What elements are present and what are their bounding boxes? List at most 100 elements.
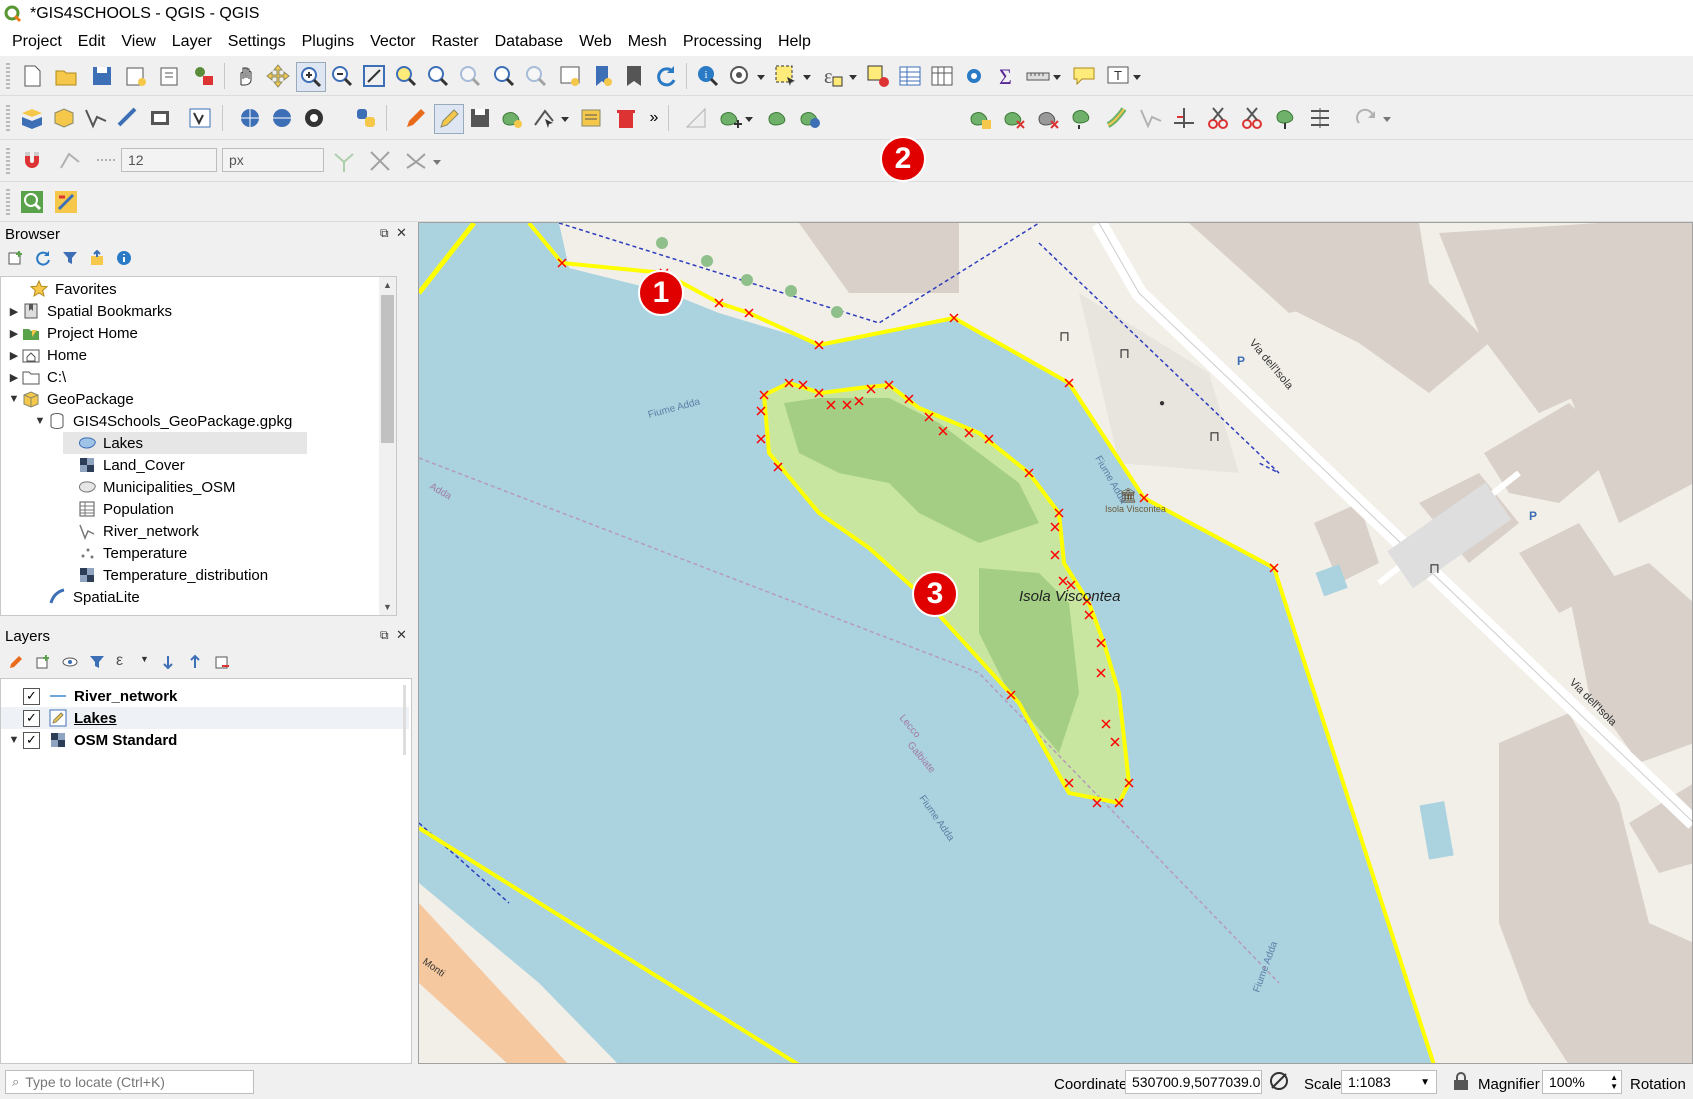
data-source-manager-icon[interactable] <box>18 104 46 132</box>
trim-extend-icon[interactable] <box>1170 104 1198 132</box>
menu-layer[interactable]: Layer <box>164 33 220 51</box>
add-wfs-icon[interactable] <box>268 104 296 132</box>
toolbox-icon[interactable] <box>960 62 988 90</box>
more-tools-icon[interactable]: » <box>644 104 664 132</box>
layer-item-osm-standard[interactable]: ▼ ✓ OSM Standard <box>7 729 177 751</box>
menu-web[interactable]: Web <box>571 33 620 51</box>
zoom-out-icon[interactable] <box>328 62 356 90</box>
remove-layer-icon[interactable] <box>214 654 230 670</box>
layers-close-icon[interactable]: ✕ <box>396 627 407 643</box>
zoom-in-icon[interactable] <box>296 62 326 92</box>
menu-edit[interactable]: Edit <box>70 33 114 51</box>
browser-item-home[interactable]: ▶ Home <box>7 344 87 366</box>
map-tips-icon[interactable] <box>1070 62 1098 90</box>
select-features-icon[interactable] <box>772 62 800 90</box>
locator-plugin-icon[interactable] <box>18 188 46 216</box>
zoom-next-icon[interactable] <box>522 62 550 90</box>
delete-selected-icon[interactable] <box>612 104 640 132</box>
measure-dropdown-icon[interactable] <box>1050 62 1064 90</box>
annotation-dropdown-icon[interactable] <box>1130 62 1144 90</box>
snap-intersection-icon[interactable] <box>366 147 394 175</box>
select-expression-dropdown-icon[interactable] <box>846 62 860 90</box>
snapping-dropdown-icon[interactable] <box>430 147 444 175</box>
expand-arrow-icon[interactable]: ▶ <box>7 327 21 340</box>
new-geopackage-icon[interactable] <box>50 104 78 132</box>
layer-item-lakes[interactable]: ✓ Lakes <box>1 707 409 729</box>
layer-visibility-checkbox[interactable]: ✓ <box>23 731 40 749</box>
delete-ring-icon[interactable] <box>1000 104 1028 132</box>
reverse-line-icon[interactable] <box>1136 104 1164 132</box>
menu-project[interactable]: Project <box>4 33 70 51</box>
select-by-expression-icon[interactable]: ε <box>818 62 846 90</box>
new-bookmark-icon[interactable] <box>588 62 616 90</box>
save-edits-icon[interactable] <box>466 104 494 132</box>
snapping-unit-select[interactable]: px <box>222 148 324 172</box>
filter-expression-icon[interactable]: ε <box>116 652 123 670</box>
digitize-icon[interactable] <box>498 104 526 132</box>
toggle-editing-icon[interactable] <box>434 104 464 134</box>
coordinate-input[interactable]: 530700.9,5077039.0 <box>1125 1070 1262 1094</box>
style-layer-icon[interactable] <box>8 654 24 670</box>
collapse-arrow-icon[interactable]: ▼ <box>7 393 21 405</box>
browser-item-favorites[interactable]: Favorites <box>15 278 117 300</box>
pan-map-icon[interactable] <box>232 62 260 90</box>
statistics-icon[interactable]: Σ <box>992 62 1020 90</box>
style-manager-icon[interactable] <box>190 62 218 90</box>
browser-item-geopackage[interactable]: ▼ GeoPackage <box>7 388 134 410</box>
redo-icon[interactable] <box>1352 104 1380 132</box>
menu-database[interactable]: Database <box>487 33 572 51</box>
collapse-arrow-icon[interactable]: ▼ <box>33 415 47 427</box>
browser-item-lakes[interactable]: Lakes <box>63 432 307 454</box>
shape-dropdown-icon[interactable] <box>742 104 756 132</box>
open-project-icon[interactable] <box>52 62 80 90</box>
plugin-tool-icon[interactable] <box>52 188 80 216</box>
digitize-shape-icon[interactable] <box>682 104 710 132</box>
layers-float-icon[interactable]: ⧉ <box>380 628 389 643</box>
filter-expression-dropdown-icon[interactable]: ▼ <box>140 654 149 664</box>
split-parts-icon[interactable] <box>1238 104 1266 132</box>
zoom-full-icon[interactable] <box>360 62 388 90</box>
browser-item-c-drive[interactable]: ▶ C:\ <box>7 366 66 388</box>
browser-item-river-network[interactable]: River_network <box>63 520 199 542</box>
show-bookmarks-icon[interactable] <box>620 62 648 90</box>
layout-manager-icon[interactable] <box>156 62 184 90</box>
offset-curve-icon[interactable] <box>1102 104 1130 132</box>
refresh-browser-icon[interactable] <box>35 250 51 266</box>
snapping-tolerance-input[interactable]: 12 <box>121 148 217 172</box>
collapse-all-layers-icon[interactable] <box>187 654 203 670</box>
menu-plugins[interactable]: Plugins <box>294 33 362 51</box>
add-arcgis-icon[interactable] <box>300 104 328 132</box>
browser-scrollbar[interactable]: ▲ ▼ <box>379 277 396 615</box>
reshape-features-icon[interactable] <box>1068 104 1096 132</box>
measure-icon[interactable] <box>1024 62 1052 90</box>
topological-editing-icon[interactable] <box>330 147 358 175</box>
browser-scroll-thumb[interactable] <box>381 295 394 443</box>
self-snapping-icon[interactable] <box>402 147 430 175</box>
feature-action-icon[interactable] <box>726 62 754 90</box>
filter-browser-icon[interactable] <box>62 250 78 266</box>
snap-segment-icon[interactable] <box>92 147 120 175</box>
split-features-icon[interactable] <box>1204 104 1232 132</box>
new-map-view-icon[interactable] <box>556 62 584 90</box>
browser-item-temperature-distribution[interactable]: Temperature_distribution <box>63 564 268 586</box>
zoom-native-icon[interactable] <box>456 62 484 90</box>
menu-settings[interactable]: Settings <box>220 33 294 51</box>
add-delimited-text-icon[interactable] <box>114 104 142 132</box>
browser-item-land-cover[interactable]: Land_Cover <box>63 454 185 476</box>
field-calculator-icon[interactable] <box>928 62 956 90</box>
merge-features-icon[interactable] <box>1272 104 1300 132</box>
feature-action-dropdown-icon[interactable] <box>754 62 768 90</box>
toggle-extents-icon[interactable] <box>1268 1070 1290 1092</box>
add-wms-icon[interactable] <box>236 104 264 132</box>
browser-float-icon[interactable]: ⧉ <box>380 226 389 241</box>
snapping-magnet-icon[interactable] <box>18 147 46 175</box>
add-part-icon[interactable] <box>966 104 994 132</box>
browser-close-icon[interactable]: ✕ <box>396 225 407 241</box>
expand-all-icon[interactable] <box>160 654 176 670</box>
browser-item-gpkg-file[interactable]: ▼ GIS4Schools_GeoPackage.gpkg <box>33 410 293 432</box>
deselect-all-icon[interactable] <box>864 62 892 90</box>
add-group-icon[interactable] <box>35 654 51 670</box>
browser-item-spatial-bookmarks[interactable]: ▶ Spatial Bookmarks <box>7 300 172 322</box>
menu-view[interactable]: View <box>113 33 163 51</box>
filter-legend-icon[interactable] <box>89 654 105 670</box>
